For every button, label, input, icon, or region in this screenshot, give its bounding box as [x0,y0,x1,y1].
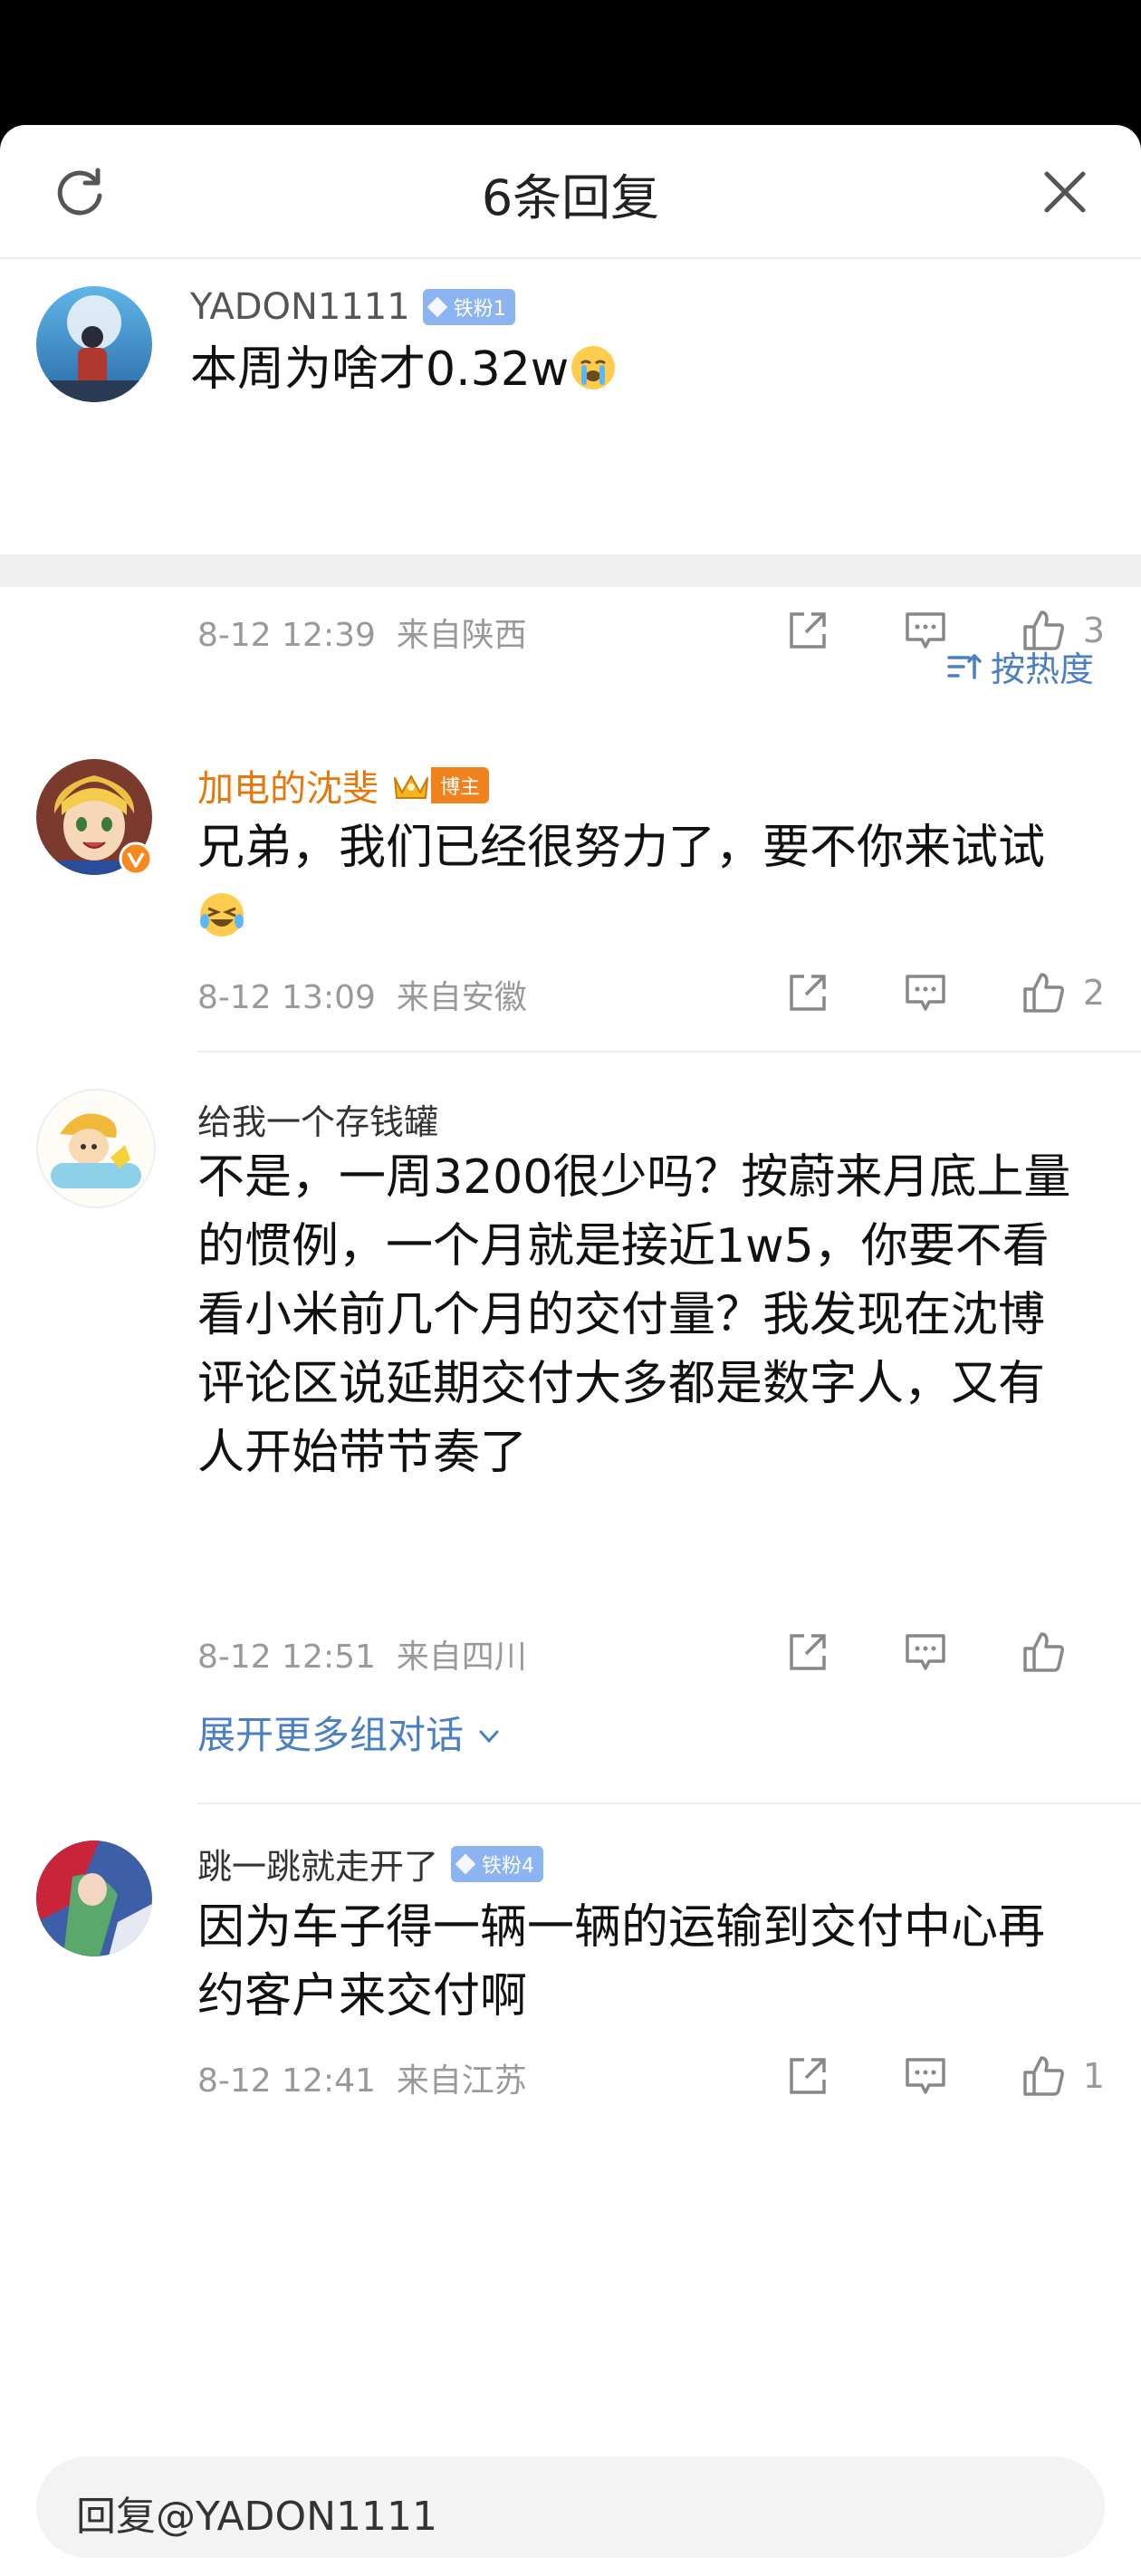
username[interactable]: 给我一个存钱罐 [197,1094,438,1144]
avatar[interactable] [36,1089,156,1208]
comment-actions: 1 [784,2052,1105,2100]
crown-icon [394,775,428,799]
like-icon[interactable] [1020,2052,1067,2100]
fan-badge: 铁粉1 [422,289,515,325]
comment-time: 8-12 12:51 [197,1639,376,1676]
section-divider [0,554,1141,587]
comment-icon[interactable] [902,2052,949,2100]
username[interactable]: 跳一跳就走开了 铁粉4 [197,1839,544,1889]
like-count: 1 [1082,2056,1105,2096]
comment-icon[interactable] [902,969,949,1016]
username-text[interactable]: 跳一跳就走开了 [197,1839,438,1889]
comment-location: 来自四川 [396,1639,527,1676]
share-icon[interactable] [784,1629,831,1676]
share-icon[interactable] [784,2052,831,2100]
sheet-header: 6条回复 [0,125,1141,259]
reply-divider [197,1051,1141,1053]
main-comment: YADON1111 铁粉1 本周为啥才0.32w 8-12 12:39 来自陕西 [0,259,1141,683]
comment-actions: 2 [784,969,1105,1016]
sheet-title: 6条回复 [481,169,660,226]
verified-icon [119,841,153,876]
username-text[interactable]: YADON1111 [190,286,410,328]
comment-time: 8-12 13:09 [197,979,376,1016]
comment-location: 来自安徽 [396,979,527,1016]
comment-icon[interactable] [902,607,949,654]
username-text[interactable]: 加电的沈斐 [197,759,379,812]
comment-location: 来自陕西 [396,617,527,654]
comment-text-body: 兄弟，我们已经很努力了，要不你来试试 [197,821,1046,875]
comment-text-body: 本周为啥才0.32w [190,342,570,397]
comment-actions [784,1629,1101,1676]
comment-meta: 8-12 12:39 来自陕西 [197,609,527,656]
reply-input-placeholder: 回复@YADON1111 [76,2494,437,2540]
comment-meta: 8-12 13:09 来自安徽 [197,971,527,1018]
like-count: 2 [1082,973,1105,1013]
diamond-icon [455,1853,476,1874]
sort-icon [947,653,982,679]
username[interactable]: 加电的沈斐 博主 [197,759,490,812]
host-badge-label: 博主 [431,767,490,803]
avatar[interactable] [36,286,152,402]
comment-location: 来自江苏 [396,2062,527,2100]
avatar[interactable] [36,1841,152,1956]
fan-badge-label: 铁粉4 [482,1854,535,1878]
sort-button[interactable]: 按热度 [945,641,1094,691]
diamond-icon [427,296,448,318]
replies-sheet: 6条回复 YADON1111 铁粉1 本周为啥才0.32w 8-12 12:39… [0,125,1141,2576]
share-icon[interactable] [784,969,831,1016]
close-icon[interactable] [1036,163,1094,221]
like-icon[interactable] [1020,1629,1067,1676]
reply-input[interactable]: 回复@YADON1111 [36,2456,1105,2558]
comment-time: 8-12 12:41 [197,2062,376,2100]
crying-emoji [571,346,616,389]
comment-text: 因为车子得一辆一辆的运输到交付中心再约客户来交付啊 [197,1893,1087,2031]
comment-text: 不是，一周3200很少吗？按蔚来月底上量的惯例，一个月就是接近1w5，你要不看看… [197,1143,1087,1487]
comment-time: 8-12 12:39 [197,617,376,654]
username[interactable]: YADON1111 铁粉1 [190,286,515,328]
comment-meta: 8-12 12:41 来自江苏 [197,2054,527,2101]
comment-text-body: 不是，一周3200很少吗？按蔚来月底上量的惯例，一个月就是接近1w5，你要不看看… [197,1150,1071,1480]
laughing-emoji [200,893,244,937]
reply-divider [197,1802,1141,1804]
fan-badge-label: 铁粉1 [453,298,506,321]
comment-text-body: 因为车子得一辆一辆的运输到交付中心再约客户来交付啊 [197,1900,1046,2023]
comment-text: 本周为啥才0.32w [190,335,1087,404]
comment-meta: 8-12 12:51 来自四川 [197,1630,527,1677]
expand-label: 展开更多组对话 [197,1713,465,1757]
comment-icon[interactable] [902,1629,949,1676]
host-badge: 博主 [391,767,490,803]
like-icon[interactable] [1020,969,1067,1016]
chevron-down-icon [479,1730,499,1744]
username-text[interactable]: 给我一个存钱罐 [197,1094,438,1144]
expand-conversation-link[interactable]: 展开更多组对话 [197,1705,503,1760]
fan-badge: 铁粉4 [451,1845,544,1882]
comment-text: 兄弟，我们已经很努力了，要不你来试试 [197,813,1087,951]
share-icon[interactable] [784,607,831,654]
sort-label: 按热度 [990,649,1094,689]
